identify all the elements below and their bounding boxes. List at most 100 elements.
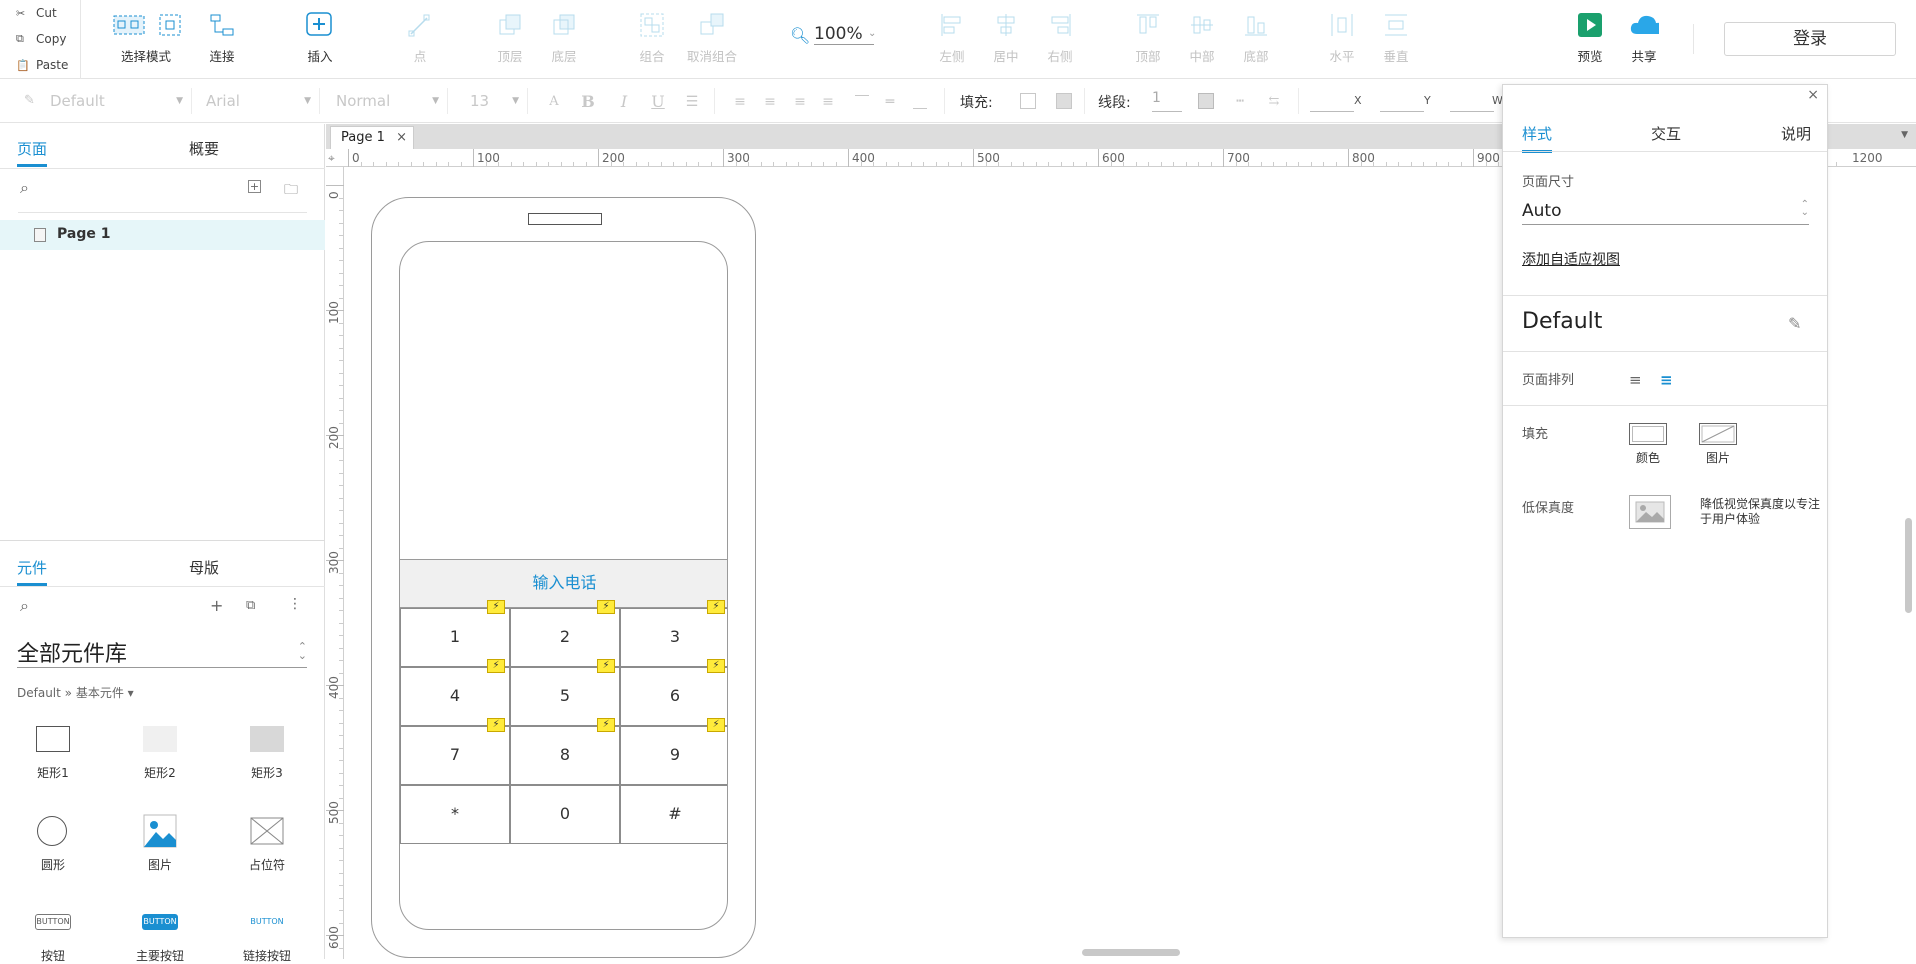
interaction-lightning-icon[interactable]: ⚡ <box>597 600 615 614</box>
phone-frame[interactable]: 输入电话 1 ⚡ 2 ⚡ 3 ⚡ 4 ⚡ 5 ⚡ 6 ⚡ 7 ⚡ 8 ⚡ 9 ⚡ * 0 # <box>371 197 756 958</box>
add-library-icon[interactable]: + <box>210 596 223 615</box>
button-widget-icon[interactable]: BUTTON <box>35 914 71 930</box>
font-size-select[interactable]: 13 ▼ <box>460 88 528 114</box>
text-align-center-icon[interactable]: ≡ <box>760 92 780 112</box>
group-button[interactable]: 组合 <box>620 10 684 70</box>
fill-color-swatch[interactable] <box>1020 93 1036 109</box>
page-align-left-icon[interactable]: ≡ <box>1629 371 1642 389</box>
select-mode-button[interactable]: 选择模式 <box>98 10 194 70</box>
interaction-lightning-icon[interactable]: ⚡ <box>487 600 505 614</box>
cut-button[interactable]: ✂ Cut <box>0 0 78 26</box>
ruler-subtick <box>339 760 343 761</box>
interaction-lightning-icon[interactable]: ⚡ <box>707 718 725 732</box>
link-button-widget-icon[interactable]: BUTTON <box>249 914 285 930</box>
horizontal-scrollbar[interactable] <box>1082 949 1180 956</box>
add-page-icon[interactable]: + <box>248 180 261 193</box>
style-select[interactable]: ✎ Default ▼ <box>6 88 192 114</box>
page-size-select[interactable]: Auto ⌃ ⌄ <box>1522 197 1809 225</box>
fill-image-swatch[interactable] <box>1699 423 1737 445</box>
fill-color-swatch[interactable] <box>1629 423 1667 445</box>
more-vertical-icon[interactable]: ⋮ <box>288 596 302 612</box>
add-adaptive-view-link[interactable]: 添加自适应视图 <box>1522 249 1620 269</box>
library-copy-icon[interactable]: ⧉ <box>246 598 255 613</box>
valign-top-icon[interactable]: ⎺ <box>852 92 872 112</box>
dial-key[interactable]: 0 <box>510 785 620 844</box>
interaction-lightning-icon[interactable]: ⚡ <box>487 659 505 673</box>
align-bottom-button[interactable]: 底部 <box>1224 10 1288 70</box>
interaction-lightning-icon[interactable]: ⚡ <box>487 718 505 732</box>
tab-notes[interactable]: 说明 <box>1781 123 1811 144</box>
font-color-icon[interactable]: A <box>544 92 564 112</box>
tab-style[interactable]: 样式 <box>1522 123 1553 153</box>
rect3-widget-icon[interactable] <box>250 726 284 752</box>
phone-input-field[interactable]: 输入电话 <box>400 559 727 608</box>
page-item-page1[interactable]: Page 1 <box>0 220 325 250</box>
zoom-control[interactable]: 🔍︎ 100% ⌄ <box>790 22 890 52</box>
login-button[interactable]: 登录 <box>1724 22 1896 56</box>
valign-middle-icon[interactable]: ═ <box>880 92 900 112</box>
stroke-color-swatch[interactable] <box>1198 93 1214 109</box>
tab-outline[interactable]: 概要 <box>189 138 219 159</box>
tab-page1[interactable]: Page 1 × <box>330 126 414 149</box>
font-select[interactable]: Arial ▼ <box>196 88 320 114</box>
library-breadcrumb[interactable]: Default » 基本元件 ▾ <box>17 684 134 701</box>
tab-pages[interactable]: 页面 <box>17 138 48 167</box>
fill-gradient-swatch[interactable] <box>1056 93 1072 109</box>
close-icon[interactable]: × <box>1807 87 1819 103</box>
share-button[interactable]: 共享 <box>1612 10 1676 70</box>
circle-widget-icon[interactable] <box>37 816 67 846</box>
dial-key[interactable]: * <box>400 785 510 844</box>
align-right-button[interactable]: 右侧 <box>1028 10 1092 70</box>
bold-icon[interactable]: B <box>578 92 598 112</box>
text-align-left-icon[interactable]: ≡ <box>730 92 750 112</box>
vertical-scrollbar[interactable] <box>1905 518 1912 613</box>
tab-masters[interactable]: 母版 <box>189 557 219 578</box>
interaction-lightning-icon[interactable]: ⚡ <box>597 718 615 732</box>
library-select[interactable]: 全部元件库 ⌃ ⌄ <box>17 636 307 668</box>
italic-icon[interactable]: I <box>614 92 634 112</box>
rect1-widget-icon[interactable] <box>36 726 70 752</box>
y-input[interactable] <box>1380 90 1424 112</box>
paste-button[interactable]: 📋 Paste <box>0 52 78 78</box>
insert-button[interactable]: 插入 <box>288 10 352 70</box>
ungroup-button[interactable]: 取消组合 <box>680 10 744 70</box>
phone-screen[interactable]: 输入电话 1 ⚡ 2 ⚡ 3 ⚡ 4 ⚡ 5 ⚡ 6 ⚡ 7 ⚡ 8 ⚡ 9 ⚡ * 0 # <box>399 241 728 930</box>
point-button[interactable]: 点 <box>388 10 452 70</box>
rect2-widget-icon[interactable] <box>143 726 177 752</box>
low-fidelity-toggle[interactable] <box>1629 495 1671 529</box>
edit-style-icon[interactable]: ✎ <box>1788 314 1801 333</box>
dial-key[interactable]: 8 <box>510 726 620 785</box>
interaction-lightning-icon[interactable]: ⚡ <box>597 659 615 673</box>
text-align-right-icon[interactable]: ≡ <box>790 92 810 112</box>
dial-key[interactable]: 9 <box>620 726 727 785</box>
bullet-list-icon[interactable]: ☰ <box>682 92 702 112</box>
image-widget-icon[interactable] <box>143 814 177 848</box>
add-folder-icon[interactable]: 🗀 <box>284 179 298 203</box>
valign-bottom-icon[interactable]: ⎽ <box>910 92 930 112</box>
font-weight-select[interactable]: Normal ▼ <box>326 88 448 114</box>
interaction-lightning-icon[interactable]: ⚡ <box>707 659 725 673</box>
w-input[interactable] <box>1450 90 1494 112</box>
arrow-style-icon[interactable]: ⇆ <box>1264 92 1284 112</box>
primary-button-widget-icon[interactable]: BUTTON <box>142 914 178 930</box>
page-align-center-icon[interactable]: ≡ <box>1660 371 1673 389</box>
widget-search-icon[interactable]: ⌕ <box>20 596 29 616</box>
distribute-vertical-button[interactable]: 垂直 <box>1364 10 1428 70</box>
copy-button[interactable]: ⧉ Copy <box>0 26 78 52</box>
connect-button[interactable]: 连接 <box>190 10 254 70</box>
dial-key[interactable]: 7 <box>400 726 510 785</box>
stroke-width-input[interactable]: 1 <box>1152 90 1182 112</box>
interaction-lightning-icon[interactable]: ⚡ <box>707 600 725 614</box>
tab-menu-chevron-icon[interactable]: ▼ <box>1901 130 1908 140</box>
bottom-layer-button[interactable]: 底层 <box>532 10 596 70</box>
x-input[interactable] <box>1310 90 1354 112</box>
close-icon[interactable]: × <box>396 127 407 149</box>
placeholder-widget-icon[interactable] <box>250 817 284 845</box>
dial-key[interactable]: # <box>620 785 727 844</box>
stroke-pattern-icon[interactable]: ┅ <box>1230 92 1250 112</box>
tab-widgets[interactable]: 元件 <box>17 557 48 586</box>
underline-icon[interactable]: U <box>648 92 668 112</box>
tab-interaction[interactable]: 交互 <box>1651 123 1681 144</box>
text-justify-icon[interactable]: ≡ <box>818 92 838 112</box>
search-icon[interactable]: ⌕ <box>20 178 29 198</box>
